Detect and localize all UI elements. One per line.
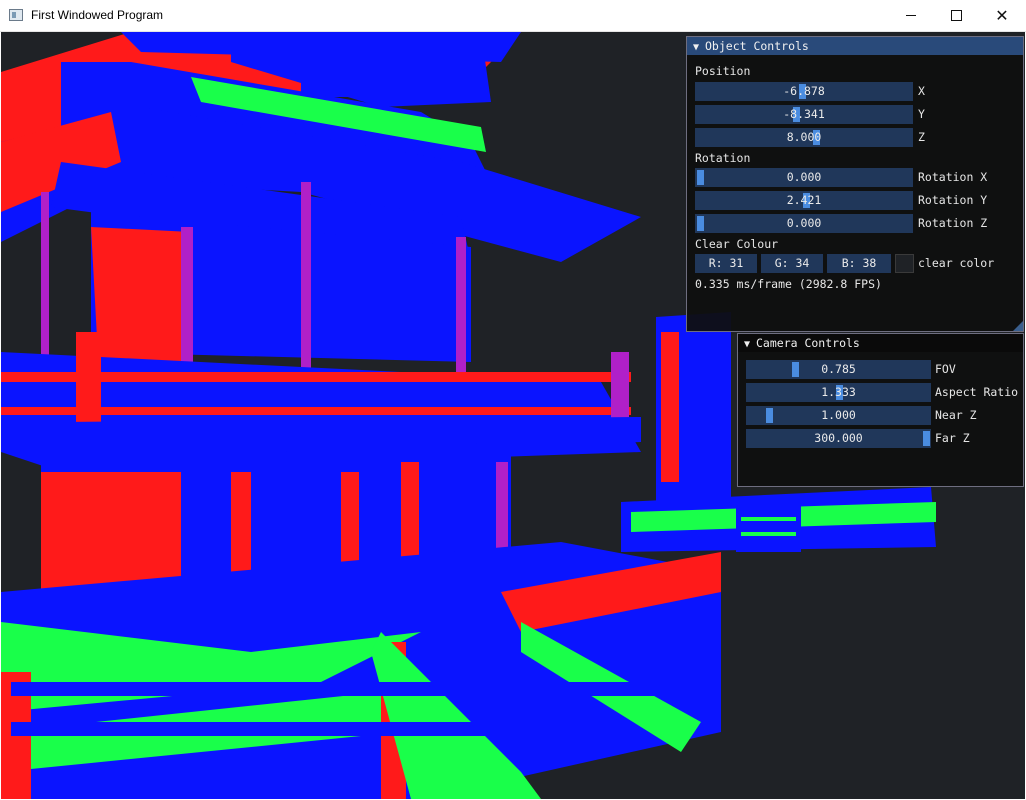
- clear-colour-label: Clear Colour: [695, 237, 779, 251]
- camera-controls-title: Camera Controls: [756, 336, 860, 350]
- fov-label: FOV: [935, 362, 956, 376]
- rotation-y-label: Rotation Y: [918, 193, 988, 207]
- aspect-ratio-label: Aspect Ratio: [935, 385, 1019, 399]
- title-bar: First Windowed Program ✕: [0, 0, 1026, 32]
- camera-controls-panel[interactable]: ▼ Camera Controls 0.785 FOV 1.333 Aspect …: [737, 333, 1024, 487]
- rotation-y-slider[interactable]: 2.421: [695, 191, 913, 210]
- clear-color-label: clear color: [918, 256, 995, 270]
- near-z-slider[interactable]: 1.000: [746, 406, 931, 425]
- camera-controls-header[interactable]: ▼ Camera Controls: [738, 334, 1023, 352]
- clear-color-swatch[interactable]: [895, 254, 914, 273]
- slider-value: -6.878: [783, 84, 825, 98]
- rotation-z-label: Rotation Z: [918, 216, 988, 230]
- close-button[interactable]: ✕: [979, 0, 1025, 31]
- position-x-slider[interactable]: -6.878: [695, 82, 913, 101]
- slider-value: 8.000: [786, 130, 822, 144]
- position-label: Position: [695, 64, 751, 78]
- object-controls-header[interactable]: ▼ Object Controls: [687, 37, 1023, 55]
- slider-value: 0.000: [786, 170, 822, 184]
- rotation-x-label: Rotation X: [918, 170, 988, 184]
- rotation-label: Rotation: [695, 151, 751, 165]
- slider-value: 1.000: [821, 408, 856, 422]
- rotation-x-slider[interactable]: 0.000: [695, 168, 913, 187]
- minimize-button[interactable]: [888, 0, 934, 31]
- slider-value: 1.333: [821, 385, 856, 399]
- position-y-label: Y: [918, 107, 925, 121]
- slider-value: 2.421: [786, 193, 822, 207]
- blue-channel-input[interactable]: B: 38: [827, 254, 891, 273]
- render-viewport[interactable]: ▼ Object Controls Position -6.878 X -8.34…: [1, 32, 1025, 799]
- far-z-label: Far Z: [935, 431, 970, 445]
- app-icon: [9, 9, 23, 21]
- object-controls-title: Object Controls: [705, 39, 809, 53]
- aspect-ratio-slider[interactable]: 1.333: [746, 383, 931, 402]
- far-z-slider[interactable]: 300.000: [746, 429, 931, 448]
- close-icon: ✕: [995, 5, 1009, 25]
- slider-value: 0.785: [821, 362, 856, 376]
- resize-grip[interactable]: [1013, 321, 1023, 331]
- position-z-label: Z: [918, 130, 925, 144]
- object-controls-panel[interactable]: ▼ Object Controls Position -6.878 X -8.34…: [686, 36, 1024, 332]
- slider-value: 0.000: [786, 216, 822, 230]
- position-x-label: X: [918, 84, 925, 98]
- collapse-arrow-icon[interactable]: ▼: [744, 336, 756, 354]
- red-channel-input[interactable]: R: 31: [695, 254, 757, 273]
- green-channel-input[interactable]: G: 34: [761, 254, 823, 273]
- window-title: First Windowed Program: [31, 8, 164, 22]
- position-y-slider[interactable]: -8.341: [695, 105, 913, 124]
- near-z-label: Near Z: [935, 408, 977, 422]
- position-z-slider[interactable]: 8.000: [695, 128, 913, 147]
- collapse-arrow-icon[interactable]: ▼: [693, 39, 705, 57]
- maximize-icon: [950, 10, 962, 21]
- fov-slider[interactable]: 0.785: [746, 360, 931, 379]
- slider-value: 300.000: [814, 431, 863, 445]
- fps-text: 0.335 ms/frame (2982.8 FPS): [695, 277, 882, 291]
- rotation-z-slider[interactable]: 0.000: [695, 214, 913, 233]
- minimize-icon: [906, 15, 916, 16]
- slider-value: -8.341: [783, 107, 825, 121]
- maximize-button[interactable]: [933, 0, 979, 31]
